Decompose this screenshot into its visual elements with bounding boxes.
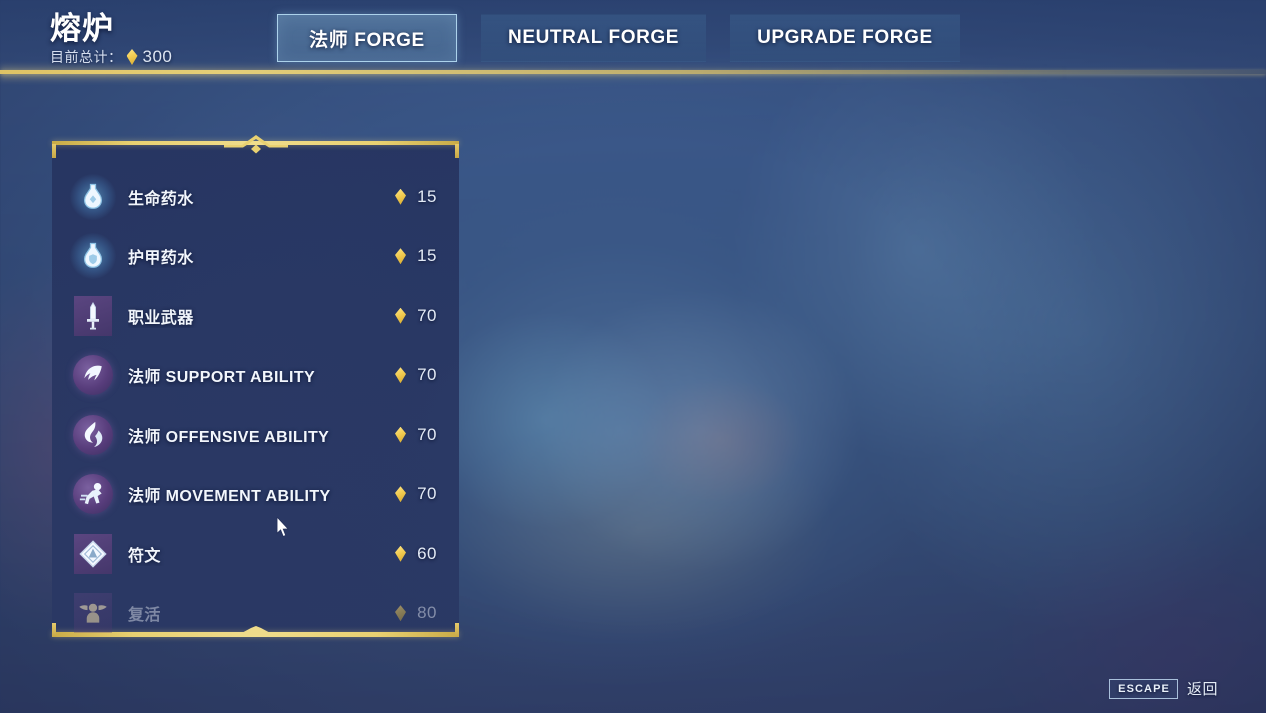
tab-label: 法师 FORGE (309, 29, 425, 51)
forge-item-panel: 生命药水 15 护甲药水 15 职业武器 70 法师 SUPPORT ABILITY 70 法师… (52, 133, 459, 644)
currency-total-value: 300 (142, 47, 173, 66)
tab-label: NEUTRAL FORGE (508, 27, 680, 48)
forge-item-price-value: 60 (417, 543, 437, 563)
forge-item-row[interactable]: 职业武器 70 (52, 286, 459, 346)
forge-item-label: 生命药水 (128, 190, 194, 208)
coin-diamond-icon (395, 486, 406, 503)
header-divider (0, 70, 1266, 74)
health-potion-icon (70, 173, 116, 220)
forge-item-price: 60 (379, 544, 437, 564)
page-title: 熔炉 (50, 11, 114, 46)
coin-diamond-icon (395, 188, 406, 205)
coin-diamond-icon (395, 367, 406, 384)
escape-action-label: 返回 (1186, 681, 1218, 698)
forge-item-label: 符文 (128, 547, 161, 565)
forge-item-list: 生命药水 15 护甲药水 15 职业武器 70 法师 SUPPORT ABILITY 70 法师… (52, 145, 459, 634)
forge-item-price-value: 80 (417, 603, 437, 623)
offensive-ability-icon (72, 414, 114, 456)
forge-item-label: 复活 (128, 607, 161, 625)
coin-diamond-icon (395, 545, 406, 562)
forge-item-row: 复活 80 (52, 584, 459, 644)
escape-key-badge: ESCAPE (1109, 678, 1178, 699)
coin-diamond-icon (395, 248, 406, 265)
forge-item-label: 法师 OFFENSIVE ABILITY (128, 428, 330, 446)
forge-item-row[interactable]: 护甲药水 15 (52, 227, 459, 287)
forge-item-price-value: 70 (417, 424, 437, 444)
forge-item-price-value: 70 (417, 484, 437, 504)
title-block: 熔炉 目前总计： 300 (50, 12, 172, 67)
revive-icon (72, 592, 114, 634)
forge-item-price: 70 (379, 365, 437, 385)
forge-item-price: 15 (379, 187, 437, 207)
forge-tabs: 法师 FORGE NEUTRAL FORGE UPGRADE FORGE (277, 14, 960, 62)
tab-upgrade-forge[interactable]: UPGRADE FORGE (730, 14, 960, 62)
header-bar: 熔炉 目前总计： 300 法师 FORGE NEUTRAL FORGE UPGRAD… (0, 0, 1266, 72)
forge-item-price: 70 (379, 306, 437, 326)
forge-item-price-value: 15 (417, 186, 437, 206)
forge-item-row[interactable]: 生命药水 15 (52, 167, 459, 227)
support-ability-icon (72, 354, 114, 396)
forge-item-row[interactable]: 法师 SUPPORT ABILITY 70 (52, 346, 459, 406)
tab-mage-forge[interactable]: 法师 FORGE (277, 14, 457, 62)
forge-item-label: 法师 MOVEMENT ABILITY (128, 488, 331, 506)
forge-item-price: 80 (379, 603, 437, 623)
forge-item-label: 法师 SUPPORT ABILITY (128, 369, 316, 387)
class-weapon-icon (72, 295, 114, 337)
currency-total-label: 目前总计： (50, 49, 123, 65)
forge-item-label: 职业武器 (128, 309, 194, 327)
armor-potion-icon (70, 233, 116, 280)
forge-item-price-value: 70 (417, 365, 437, 385)
movement-ability-icon (72, 473, 114, 515)
forge-item-price: 70 (379, 425, 437, 445)
forge-item-row[interactable]: 法师 OFFENSIVE ABILITY 70 (52, 405, 459, 465)
currency-total-row: 目前总计： 300 (50, 47, 172, 67)
coin-diamond-icon (395, 307, 406, 324)
rune-icon (72, 533, 114, 575)
tab-neutral-forge[interactable]: NEUTRAL FORGE (481, 14, 707, 62)
escape-hint[interactable]: ESCAPE 返回 (1109, 678, 1218, 699)
forge-item-row[interactable]: 符文 60 (52, 524, 459, 584)
tab-label: UPGRADE FORGE (757, 27, 933, 48)
forge-item-price-value: 15 (417, 246, 437, 266)
coin-diamond-icon (395, 426, 406, 443)
forge-item-label: 护甲药水 (128, 250, 194, 268)
coin-diamond-icon (395, 605, 406, 622)
forge-item-price-value: 70 (417, 305, 437, 325)
forge-item-price: 70 (379, 484, 437, 504)
forge-item-row[interactable]: 法师 MOVEMENT ABILITY 70 (52, 465, 459, 525)
forge-item-price: 15 (379, 246, 437, 266)
coin-diamond-icon (126, 49, 138, 65)
